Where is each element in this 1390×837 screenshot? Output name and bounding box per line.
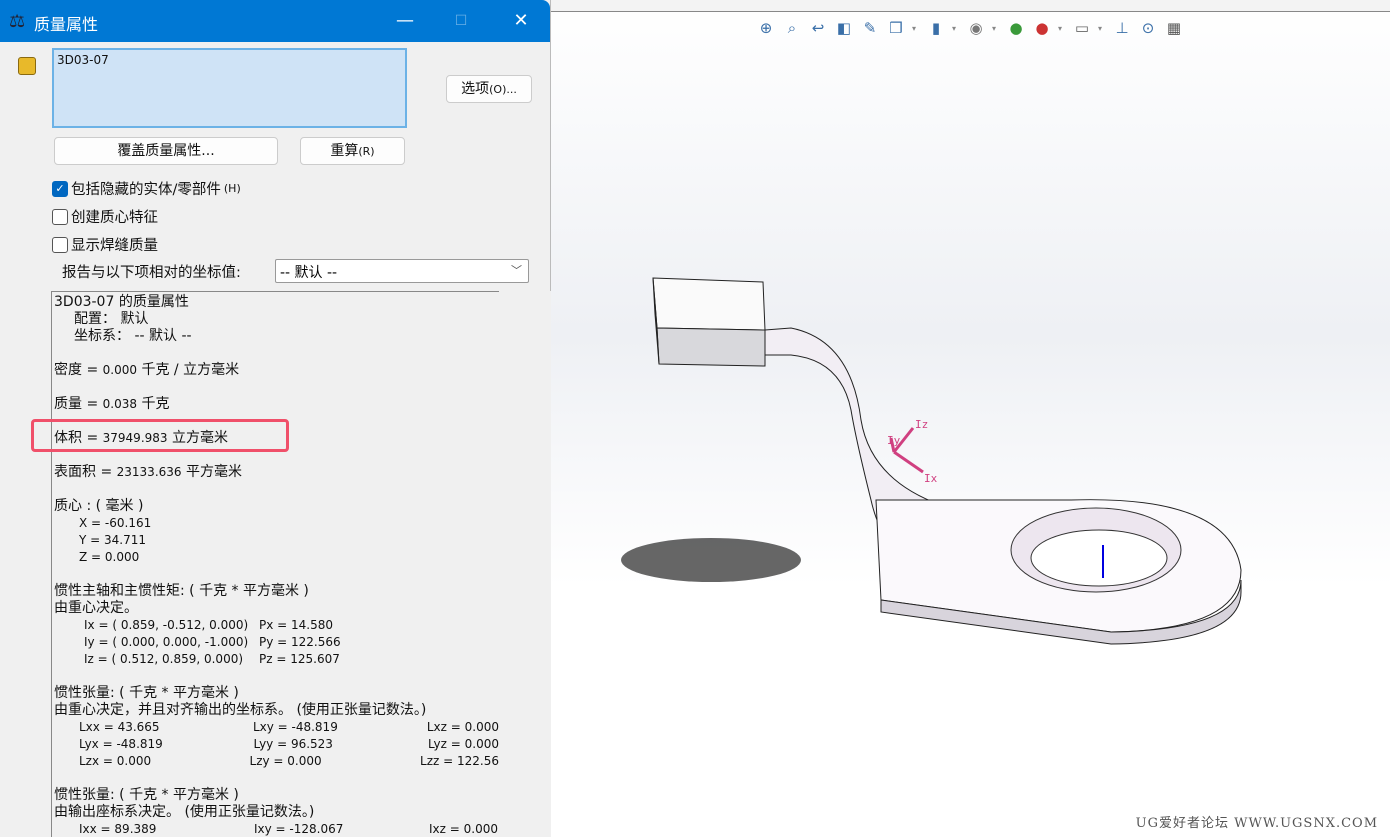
tensor1-title: 惯性张量: ( 千克 * 平方毫米 )	[54, 685, 239, 701]
include-hidden-checkbox[interactable]: ✓ 包括隐藏的实体/零部件 (H)	[52, 178, 241, 199]
chevron-down-icon: ﹀	[511, 264, 522, 277]
results-text-area[interactable]: 3D03-07 的质量属性 配置： 默认 坐标系： -- 默认 -- 密度 = …	[51, 291, 499, 837]
checkbox-icon[interactable]	[52, 208, 68, 225]
coord-line: 坐标系： -- 默认 --	[74, 328, 192, 344]
density-line: 密度 = 0.000 千克 / 立方毫米	[54, 362, 240, 378]
tensor2-sub: 由输出座标系决定。 (使用正张量记数法。)	[54, 804, 315, 820]
model-block-front	[656, 327, 766, 367]
surface-area-line: 表面积 = 23133.636 平方毫米	[54, 464, 242, 480]
tensor1-row: Lzx = 0.000 Lzy = 0.000 Lzz = 122.56	[79, 754, 499, 768]
tensor1-sub: 由重心决定，并且对齐输出的坐标系。 (使用正张量记数法。)	[54, 702, 427, 718]
results-header: 3D03-07 的质量属性	[54, 294, 189, 310]
principal-row: Iy = ( 0.000, 0.000, -1.000) Py = 122.566	[84, 635, 341, 649]
selected-item[interactable]: 3D03-07	[57, 53, 109, 67]
results-scroll-region[interactable]	[499, 291, 551, 837]
part-icon	[18, 57, 36, 75]
tensor1-row: Lyx = -48.819 Lyy = 96.523 Lyz = 0.000	[79, 737, 499, 751]
watermark: UG爱好者论坛 WWW.UGSNX.COM	[1135, 816, 1378, 831]
mass-line: 质量 = 0.038 千克	[54, 396, 170, 412]
maximize-button: ☐	[454, 13, 468, 29]
close-button[interactable]: ✕	[506, 8, 536, 34]
minimize-button[interactable]: —	[390, 8, 420, 34]
com-title: 质心 : ( 毫米 )	[54, 498, 144, 514]
principal-row: Ix = ( 0.859, -0.512, 0.000) Px = 14.580	[84, 618, 334, 632]
com-y: Y = 34.711	[79, 533, 147, 547]
model-hole	[1030, 529, 1168, 587]
options-label: 选项	[461, 81, 490, 97]
title-bar[interactable]: ⚖ 质量属性 — ☐ ✕	[0, 0, 550, 42]
com-x: X = -60.161	[79, 516, 152, 530]
graphics-viewport[interactable]: ⊕ ⌕ ↩ ◧ ✎ ❒ ▾ ▮ ▾ ◉ ▾ ● ● ▾ ▭ ▾ ⊥ ⊙ ▦ Iz Ix I…	[551, 0, 1390, 837]
principal-title: 惯性主轴和主惯性矩: ( 千克 * 平方毫米 )	[54, 583, 309, 599]
axis-label-ix: Ix	[924, 472, 938, 485]
coord-system-select[interactable]: -- 默认 -- ﹀	[275, 259, 529, 283]
tensor2-title: 惯性张量: ( 千克 * 平方毫米 )	[54, 787, 239, 803]
checkbox-label: 包括隐藏的实体/零部件	[71, 182, 221, 198]
principal-row: Iz = ( 0.512, 0.859, 0.000) Pz = 125.607	[84, 652, 340, 666]
checkbox-checked-icon[interactable]: ✓	[52, 180, 68, 197]
model-shadow	[621, 538, 801, 582]
recalc-label: 重算	[330, 143, 359, 159]
axis-label-iy: Iy	[887, 434, 901, 447]
dialog-title: 质量属性	[34, 15, 99, 34]
tensor1-row: Lxx = 43.665 Lxy = -48.819 Lxz = 0.000	[79, 720, 499, 734]
scale-icon: ⚖	[9, 11, 26, 32]
coord-system-label: 报告与以下项相对的坐标值:	[62, 265, 241, 281]
tensor2-row: Ixx = 89.389 Ixy = -128.067 Ixz = 0.000	[79, 822, 498, 836]
checkbox-label: 显示焊缝质量	[71, 238, 158, 254]
checkbox-label: 创建质心特征	[71, 210, 158, 226]
recalculate-button[interactable]: 重算(R)	[300, 137, 405, 165]
create-com-checkbox[interactable]: 创建质心特征	[52, 206, 158, 227]
coord-system-value: -- 默认 --	[280, 265, 338, 281]
override-mass-button[interactable]: 覆盖质量属性...	[54, 137, 278, 165]
volume-highlight-box	[31, 419, 289, 452]
config-line: 配置： 默认	[74, 311, 149, 327]
options-key: (O)...	[489, 83, 517, 96]
recalc-key: (R)	[358, 145, 375, 158]
com-z: Z = 0.000	[79, 550, 140, 564]
model-block-top	[652, 277, 766, 331]
part-model[interactable]: Iz Ix Iy	[551, 0, 1390, 837]
options-button[interactable]: 选项(O)...	[446, 75, 532, 103]
selection-list[interactable]: 3D03-07	[52, 48, 407, 128]
axis-label-iz: Iz	[915, 418, 928, 431]
principal-sub: 由重心决定。	[54, 600, 138, 616]
show-weld-mass-checkbox[interactable]: 显示焊缝质量	[52, 234, 158, 255]
checkbox-icon[interactable]	[52, 236, 68, 253]
mass-properties-dialog: ⚖ 质量属性 — ☐ ✕ 3D03-07 选项(O)... 覆盖质量属性... …	[0, 0, 551, 837]
checkbox-key: (H)	[223, 182, 241, 195]
